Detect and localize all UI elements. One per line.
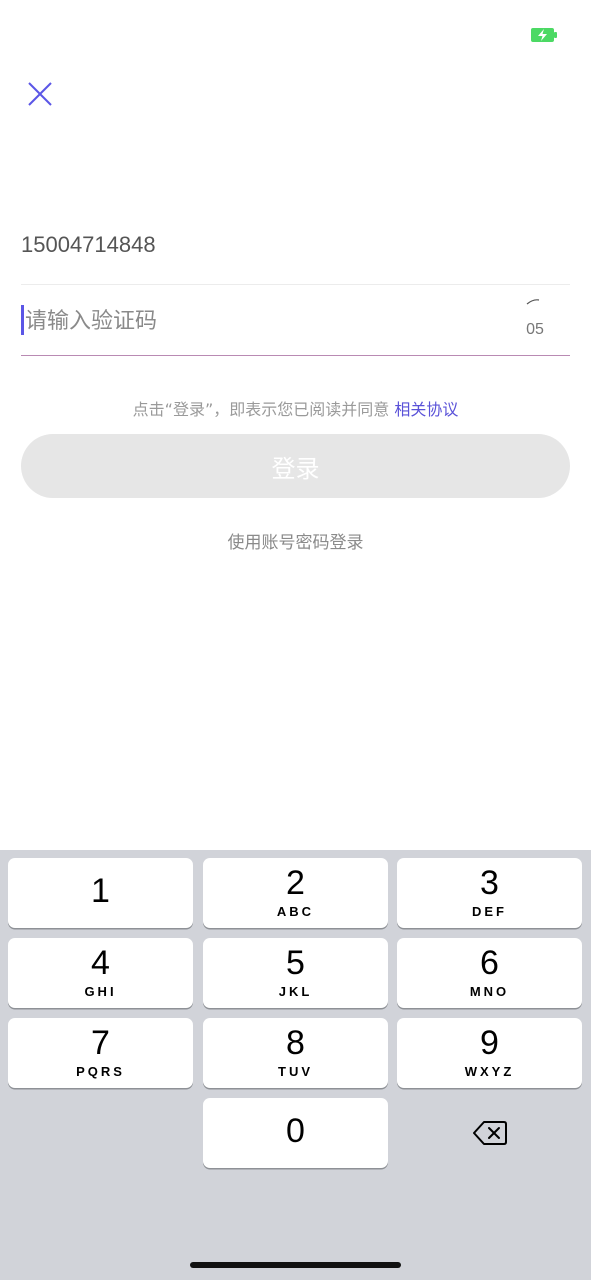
home-indicator[interactable] [190, 1262, 401, 1268]
key-letters: ABC [276, 904, 315, 919]
key-digit: 8 [286, 1024, 305, 1062]
key-letters: MNO [469, 984, 510, 999]
key-6[interactable]: 6 MNO [397, 938, 582, 1008]
key-digit: 1 [91, 872, 110, 910]
numeric-keyboard: 1 2 ABC 3 DEF 4 GHI 5 JKL 6 MNO 7 PQRS 8… [0, 850, 591, 1280]
key-letters: JKL [278, 984, 313, 999]
status-bar [0, 0, 591, 60]
key-digit: 3 [480, 864, 499, 902]
key-7[interactable]: 7 PQRS [8, 1018, 193, 1088]
key-digit: 0 [286, 1112, 305, 1150]
key-4[interactable]: 4 GHI [8, 938, 193, 1008]
countdown-value: 05 [526, 321, 544, 338]
verification-code-input[interactable] [23, 299, 467, 343]
close-icon [28, 82, 52, 106]
key-8[interactable]: 8 TUV [203, 1018, 388, 1088]
phone-number-value: 15004714848 [21, 232, 156, 257]
login-button[interactable]: 登录 [21, 434, 570, 498]
login-button-label: 登录 [271, 454, 320, 483]
key-digit: 7 [91, 1024, 110, 1062]
delete-key[interactable] [397, 1098, 582, 1168]
resend-countdown: 05 [520, 297, 550, 343]
key-digit: 2 [286, 864, 305, 902]
close-button[interactable] [20, 74, 60, 114]
key-letters: GHI [84, 984, 117, 999]
key-letters: DEF [472, 904, 507, 919]
key-digit: 9 [480, 1024, 499, 1062]
phone-number-row: 15004714848 [21, 214, 570, 285]
key-digit: 5 [286, 944, 305, 982]
password-login-link[interactable]: 使用账号密码登录 [0, 528, 591, 553]
backspace-icon [472, 1121, 507, 1145]
key-9[interactable]: 9 WXYZ [397, 1018, 582, 1088]
key-digit: 4 [91, 944, 110, 982]
key-letters: WXYZ [464, 1064, 515, 1079]
key-letters: PQRS [76, 1064, 125, 1079]
battery-charging-icon [531, 28, 557, 42]
key-digit: 6 [480, 944, 499, 982]
agreement-notice: 点击“登录”，即表示您已阅读并同意 相关协议 [0, 396, 591, 420]
key-letters: TUV [278, 1064, 313, 1079]
key-3[interactable]: 3 DEF [397, 858, 582, 928]
countdown-arc-icon [526, 299, 540, 305]
key-1[interactable]: 1 [8, 858, 193, 928]
key-2[interactable]: 2 ABC [203, 858, 388, 928]
agreement-text: 点击“登录”，即表示您已阅读并同意 [132, 400, 395, 419]
key-5[interactable]: 5 JKL [203, 938, 388, 1008]
agreement-link[interactable]: 相关协议 [394, 400, 458, 419]
key-0[interactable]: 0 [203, 1098, 388, 1168]
verification-code-row: 05 [21, 285, 570, 356]
